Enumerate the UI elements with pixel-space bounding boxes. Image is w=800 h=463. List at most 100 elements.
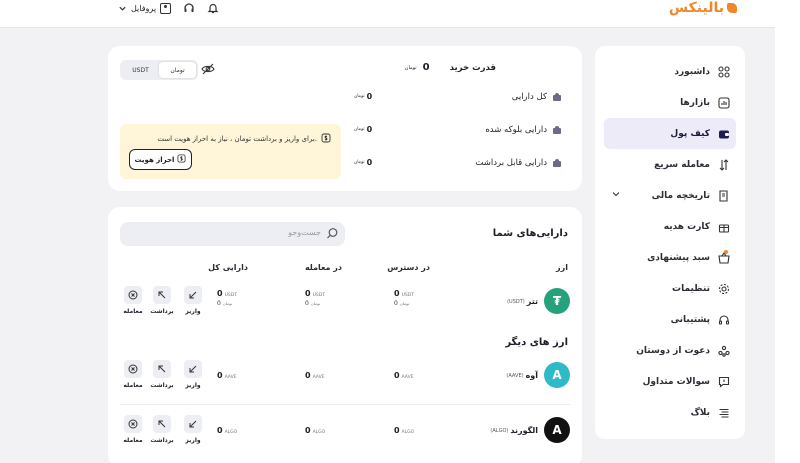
withdraw-label: برداشت [150,382,174,389]
bell-icon[interactable] [207,2,219,14]
deposit-arrow-icon [184,360,202,378]
sidebar-item-settings[interactable]: تنظیمات [595,273,745,304]
swap-arrows-icon [717,158,731,172]
sidebar-item-gift-card[interactable]: کارت هدیه [595,211,745,242]
deposit-arrow-icon [184,415,202,433]
search-icon [326,227,339,243]
sidebar-item-label: تاریخچه مالی [651,190,710,201]
sidebar-item-support[interactable]: پشتیبانی [595,304,745,335]
headset-icon[interactable] [183,2,195,14]
coin-name: (USDT) تتر [507,297,538,306]
sidebar-item-blog[interactable]: بلاگ [595,397,745,428]
coin-name: (ALGO) الگورند [490,426,538,435]
available-toman: 0 تومان [394,300,414,307]
asset-row-usdt[interactable]: ₮ (USDT) تتر 0 USDT 0 تومان 0 USDT 0 تومان 0… [120,280,570,326]
currency-unit: تومان [354,94,365,99]
withdraw-arrow-icon [153,286,171,304]
sidebar-item-invite-friends[interactable]: دعوت از دوستان [595,335,745,366]
faq-icon [717,375,731,389]
available-amount: 0 [394,371,400,380]
deposit-button[interactable]: واریز [183,360,203,389]
total-toman: 0 تومان [217,300,237,307]
sidebar-item-faq[interactable]: سوالات متداول [595,366,745,397]
asset-row-aave[interactable]: A (AAVE) آوه 0 AAVE 0 AAVE 0 AAVE واریز برد… [120,354,570,400]
sidebar-item-markets[interactable]: بازارها [595,87,745,118]
balance-summary-card: USDT تومان تومان 0 قدرت خرید تومان 0 کل … [108,46,582,191]
sub-unit: تومان [310,301,321,306]
deposit-button[interactable]: واریز [183,286,203,315]
wallet-icon [717,127,731,141]
brand-logo[interactable]: بالینکس [669,0,737,16]
total-value: 0 ALGO [217,426,237,435]
coin-symbol: (USDT) [507,298,525,305]
sidebar-item-label: تنظیمات [672,283,710,294]
trade-button[interactable]: معامله [123,360,143,389]
total-toman-amount: 0 [217,300,221,307]
withdraw-button[interactable]: برداشت [150,415,174,444]
assets-card: دارایی‌های شما جست‌وجو ارز در دسترس در م… [108,207,582,463]
sidebar-item-label: بلاگ [690,407,710,418]
sidebar-item-quick-trade[interactable]: معامله سریع [595,149,745,180]
sidebar-item-label: پشتیبانی [670,314,710,325]
top-bar: پروفایل بالینکس [0,0,775,28]
withdraw-button[interactable]: برداشت [150,286,174,315]
top-actions: پروفایل [118,2,219,14]
asset-row-algo[interactable]: A (ALGO) الگورند 0 ALGO 0 ALGO 0 ALGO واریز… [120,409,570,455]
currency-toggle[interactable]: USDT تومان [120,60,198,80]
trade-button[interactable]: معامله [123,415,143,444]
coin-symbol: (AAVE) [506,372,524,379]
deposit-button[interactable]: واریز [183,415,203,444]
profile-label: پروفایل [131,3,157,13]
brand-name: بالینکس [668,0,724,16]
toggle-option-usdt[interactable]: USDT [122,62,159,78]
coin-glyph: A [552,423,562,437]
trade-button[interactable]: معامله [123,286,143,315]
withdraw-coins-icon [552,158,562,168]
total-amount: 0 [217,371,223,380]
dashboard-grid-icon [717,65,731,79]
algorand-coin-icon: A [544,417,570,443]
sidebar-item-wallet[interactable]: کیف پول [604,118,736,149]
sidebar-item-label: بازارها [680,97,710,108]
column-header-available: در دسترس [387,263,430,272]
unit: AAVE [401,375,414,380]
coin-title: آوه [525,371,538,380]
assets-title: دارایی‌های شما [492,228,568,239]
row-divider [120,404,570,405]
eye-slash-icon[interactable] [201,63,215,78]
in-trade-value: 0 USDT 0 تومان [305,289,325,307]
available-toman-amount: 0 [394,300,398,307]
buying-power: تومان 0 قدرت خرید [405,62,496,73]
sidebar-item-label: معامله سریع [654,159,710,170]
withdraw-arrow-icon [153,415,171,433]
deposit-label: واریز [185,308,201,315]
chevron-down-icon[interactable] [611,189,621,202]
sub-unit: تومان [399,301,410,306]
blocked-assets-label-row: دارایی بلوکه شده [485,125,562,135]
toggle-option-toman[interactable]: تومان [159,62,196,78]
available-value: 0 ALGO [394,426,414,435]
trade-label: معامله [123,308,143,315]
sidebar-item-dashboard[interactable]: داشبورد [595,56,745,87]
deposit-label: واریز [185,382,201,389]
coin-glyph: A [552,368,562,382]
sidebar-item-suggested-basket[interactable]: سبد پیشنهادی [595,242,745,273]
currency-unit: تومان [354,127,365,132]
verify-identity-button[interactable]: احراز هویت [129,149,192,170]
sidebar-item-financial-history[interactable]: تاریخچه مالی [595,180,745,211]
in-trade-amount: 0 [305,426,311,435]
in-trade-amount: 0 [305,371,311,380]
profile-menu[interactable]: پروفایل [118,2,172,14]
sidebar-item-label: دعوت از دوستان [636,345,710,356]
sidebar-item-label: سوالات متداول [642,376,710,387]
search-input[interactable]: جست‌وجو [120,222,345,246]
total-assets-label-row: کل دارایی [512,92,562,102]
withdrawable-assets-label-row: دارایی قابل برداشت [475,158,562,168]
other-currencies-title: ارز های دیگر [505,337,568,348]
dollar-badge-icon [321,133,331,145]
withdraw-button[interactable]: برداشت [150,360,174,389]
coin-title: تتر [526,297,538,306]
total-assets-value: تومان 0 [354,92,372,101]
dollar-badge-icon [177,154,186,165]
sidebar: داشبورد بازارها کیف پول معامله سریع تاری… [595,46,745,439]
